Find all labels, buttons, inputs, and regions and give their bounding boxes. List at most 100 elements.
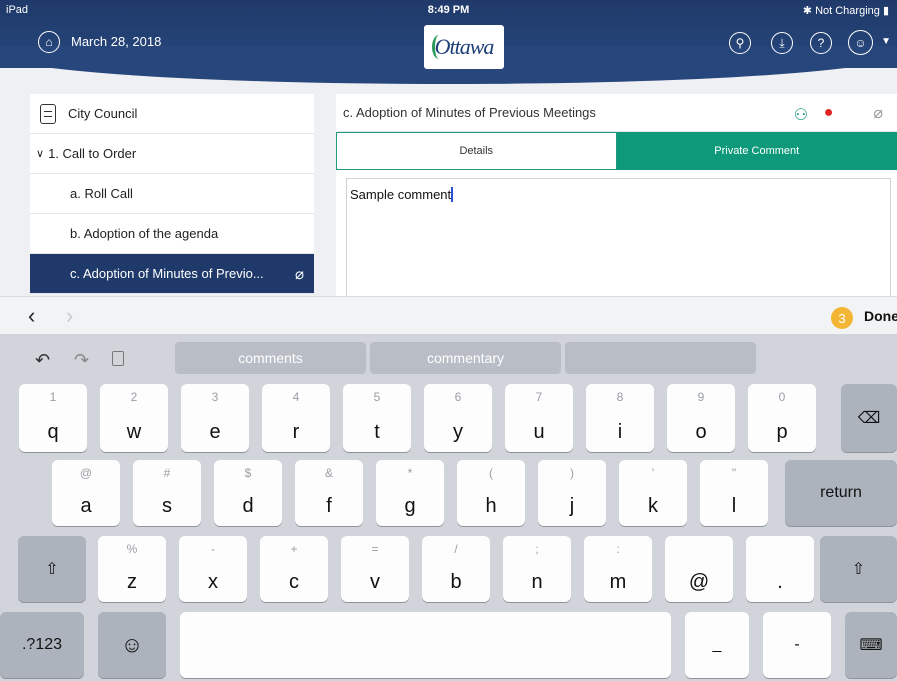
- key-alt-label: 7: [535, 390, 543, 404]
- key-j[interactable]: ) j: [538, 460, 606, 526]
- key-label: e: [209, 421, 221, 443]
- key-alt-label: ': [651, 466, 655, 480]
- key-m[interactable]: :m: [584, 536, 652, 602]
- key-label: z: [127, 571, 137, 593]
- key-f[interactable]: & f: [295, 460, 363, 526]
- key-label: .: [777, 571, 783, 593]
- tab-details[interactable]: Details: [336, 132, 617, 170]
- return-key[interactable]: return: [785, 460, 897, 526]
- key-alt-label: (: [489, 466, 493, 480]
- paperclip-icon[interactable]: ⌀: [873, 103, 883, 123]
- key-t[interactable]: 5t: [343, 384, 411, 452]
- person-filled-icon[interactable]: ●: [824, 104, 834, 122]
- key-alt-label: +: [290, 542, 298, 556]
- sidebar-item-adoption-minutes[interactable]: c. Adoption of Minutes of Previo... ⌀: [30, 254, 314, 294]
- key-x[interactable]: -x: [179, 536, 247, 602]
- space-key[interactable]: [180, 612, 671, 678]
- download-icon[interactable]: ⤓: [771, 32, 793, 54]
- underscore-key[interactable]: _: [685, 612, 749, 678]
- key-s[interactable]: # s: [133, 460, 201, 526]
- key-q[interactable]: 1q: [19, 384, 87, 452]
- key-alt-label: 8: [616, 390, 624, 404]
- sidebar-item-label: c. Adoption of Minutes of Previo...: [70, 266, 264, 281]
- key-c[interactable]: + c: [260, 536, 328, 602]
- key-at[interactable]: @: [665, 536, 733, 602]
- detail-tabs: Details Private Comment: [336, 132, 897, 170]
- undo-icon[interactable]: ↶: [35, 350, 50, 371]
- sidebar-title[interactable]: City Council: [30, 94, 314, 134]
- key-n[interactable]: ; n: [503, 536, 571, 602]
- pin-icon[interactable]: ⚲: [729, 32, 751, 54]
- key-w[interactable]: 2w: [100, 384, 168, 452]
- key-label: a: [80, 495, 92, 517]
- user-icon[interactable]: ☺: [848, 30, 873, 55]
- shift-left-key[interactable]: ⇧: [18, 536, 86, 602]
- backspace-key[interactable]: ⌫: [841, 384, 897, 452]
- key-e[interactable]: 3e: [181, 384, 249, 452]
- key-z[interactable]: % z: [98, 536, 166, 602]
- text-cursor: [451, 187, 454, 202]
- comment-textarea[interactable]: Sample comment: [346, 178, 891, 296]
- key-r[interactable]: 4r: [262, 384, 330, 452]
- key-p[interactable]: 0p: [748, 384, 816, 452]
- numbers-label: .?123: [21, 636, 63, 653]
- sidebar-item-adoption-agenda[interactable]: b. Adoption of the agenda: [30, 214, 314, 254]
- key-u[interactable]: 7u: [505, 384, 573, 452]
- suggestion-3[interactable]: [565, 342, 756, 374]
- key-label: m: [609, 571, 627, 593]
- dash-label: -: [794, 636, 800, 653]
- key-alt-label: &: [324, 466, 333, 480]
- key-l[interactable]: " l: [700, 460, 768, 526]
- person-outline-icon[interactable]: ⚇: [794, 105, 810, 124]
- chevron-left-icon[interactable]: ‹: [28, 303, 35, 329]
- chevron-right-icon[interactable]: ›: [66, 303, 73, 329]
- help-icon[interactable]: ?: [810, 32, 832, 54]
- done-button[interactable]: Done: [864, 308, 897, 324]
- home-icon[interactable]: ⌂: [38, 31, 60, 53]
- battery-text: Not Charging: [815, 5, 880, 17]
- key-alt-label: /: [454, 542, 458, 556]
- key-b[interactable]: / b: [422, 536, 490, 602]
- meeting-date: March 28, 2018: [71, 34, 162, 49]
- key-label: l: [731, 495, 737, 517]
- clock: 8:49 PM: [427, 4, 470, 16]
- emoji-key[interactable]: ☺: [98, 612, 166, 678]
- key-label: d: [242, 495, 254, 517]
- key-y[interactable]: 6y: [424, 384, 492, 452]
- paperclip-icon[interactable]: ⌀: [295, 265, 304, 283]
- shift-right-key[interactable]: ⇧: [820, 536, 897, 602]
- sidebar-item-call-to-order[interactable]: ∨ 1. Call to Order: [30, 134, 314, 174]
- key-alt-label: 9: [697, 390, 705, 404]
- key-label: w: [126, 421, 142, 443]
- tab-private-comment[interactable]: Private Comment: [616, 132, 897, 170]
- key-d[interactable]: $ d: [214, 460, 282, 526]
- key-label: q: [47, 421, 59, 443]
- key-alt-label: ): [570, 466, 574, 480]
- key-alt-label: 3: [211, 390, 219, 404]
- paste-icon[interactable]: [112, 351, 124, 366]
- backspace-icon: ⌫: [857, 410, 881, 427]
- key-alt-label: -: [211, 542, 215, 556]
- suggestion-2[interactable]: commentary: [370, 342, 561, 374]
- key-period[interactable]: .: [746, 536, 814, 602]
- redo-icon[interactable]: ↷: [74, 350, 89, 371]
- emoji-icon: ☺: [120, 632, 144, 657]
- key-k[interactable]: ' k: [619, 460, 687, 526]
- key-g[interactable]: * g: [376, 460, 444, 526]
- dismiss-keyboard-key[interactable]: ⌨: [845, 612, 897, 678]
- key-v[interactable]: = v: [341, 536, 409, 602]
- key-label: v: [370, 571, 380, 593]
- key-o[interactable]: 9o: [667, 384, 735, 452]
- chevron-down-icon[interactable]: ▼: [881, 36, 891, 47]
- agenda-sidebar: City Council ∨ 1. Call to Order a. Roll …: [30, 94, 314, 294]
- key-h[interactable]: (h: [457, 460, 525, 526]
- sidebar-item-label: b. Adoption of the agenda: [70, 226, 219, 241]
- dash-key[interactable]: -: [763, 612, 831, 678]
- key-label: i: [617, 421, 623, 443]
- key-a[interactable]: @ a: [52, 460, 120, 526]
- key-alt-label: %: [126, 542, 138, 556]
- suggestion-1[interactable]: comments: [175, 342, 366, 374]
- sidebar-item-roll-call[interactable]: a. Roll Call: [30, 174, 314, 214]
- key-i[interactable]: 8i: [586, 384, 654, 452]
- numbers-key[interactable]: .?123: [0, 612, 84, 678]
